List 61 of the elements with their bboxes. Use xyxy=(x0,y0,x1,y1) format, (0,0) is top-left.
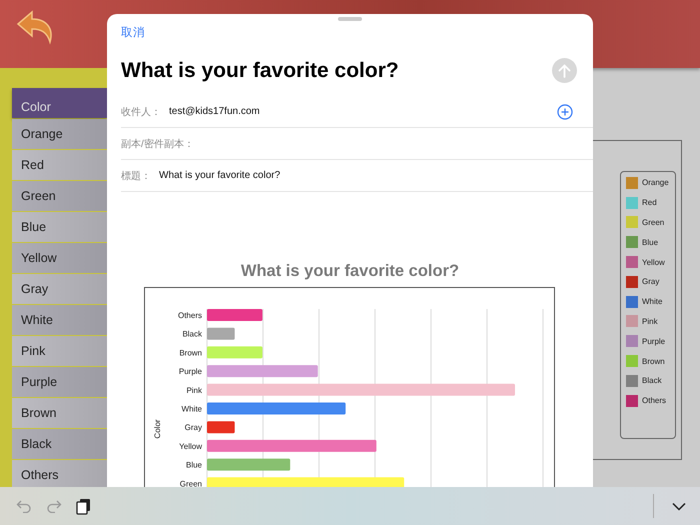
legend-label: Black xyxy=(642,376,662,386)
legend-label: White xyxy=(642,297,662,306)
legend-label: Others xyxy=(642,396,666,406)
cancel-button[interactable]: 取消 xyxy=(121,25,145,40)
category-label: Green xyxy=(180,479,202,488)
legend-label: Orange xyxy=(642,178,669,188)
bar xyxy=(207,421,235,434)
field-value: test@kids17fun.com xyxy=(169,106,261,117)
legend-label: Red xyxy=(642,198,657,208)
mail-field[interactable]: 標題： What is your favorite color? xyxy=(121,160,593,192)
clipboard-button[interactable] xyxy=(76,498,91,514)
category-label: Purple xyxy=(178,367,202,376)
legend-label: Pink xyxy=(642,316,658,326)
bar xyxy=(207,346,262,358)
list-header: Color xyxy=(12,88,107,118)
list-item[interactable]: White xyxy=(12,305,107,335)
up-arrow-icon xyxy=(558,64,571,78)
list-item[interactable]: Red xyxy=(12,150,107,180)
category-label: Blue xyxy=(186,460,202,470)
undo-icon xyxy=(16,499,32,513)
legend-label: Yellow xyxy=(642,258,665,267)
chart-title: What is your favorite color? xyxy=(240,262,460,281)
undo-button[interactable] xyxy=(16,499,32,513)
list-item[interactable]: Purple xyxy=(12,367,107,397)
field-label: 收件人： xyxy=(121,106,161,118)
category-label: Gray xyxy=(184,423,202,432)
legend-label: Purple xyxy=(642,336,666,346)
plus-icon xyxy=(557,104,573,120)
add-contact-button[interactable] xyxy=(557,104,573,120)
list-item[interactable]: Blue xyxy=(12,212,107,242)
legend-label: Blue xyxy=(642,238,658,247)
category-label: Black xyxy=(182,330,202,339)
category-label: Brown xyxy=(179,348,202,358)
list-item[interactable]: Others xyxy=(12,460,107,490)
list-item[interactable]: Black xyxy=(12,429,107,459)
category-label: White xyxy=(182,404,202,414)
legend-label: Gray xyxy=(642,277,660,286)
list-item[interactable]: Orange xyxy=(12,119,107,149)
redo-button[interactable] xyxy=(46,499,62,513)
legend-label: Green xyxy=(642,218,664,227)
redo-icon xyxy=(46,499,62,513)
category-label: Others xyxy=(178,311,202,320)
bar xyxy=(207,328,235,340)
list-item[interactable]: Gray xyxy=(12,274,107,304)
legend-label: Brown xyxy=(642,356,665,366)
mail-field[interactable]: 收件人： test@kids17fun.com xyxy=(121,96,593,128)
list-item[interactable]: Pink xyxy=(12,336,107,366)
mail-title: What is your favorite color? xyxy=(121,58,399,82)
collapse-button[interactable] xyxy=(672,502,686,510)
list-item[interactable]: Green xyxy=(12,181,107,211)
clipboard-icon xyxy=(76,498,91,514)
axis-label: Color xyxy=(153,419,162,439)
field-value: What is your favorite color? xyxy=(159,170,282,181)
bar xyxy=(207,309,262,321)
category-label: Yellow xyxy=(179,442,202,451)
field-label: 標題： xyxy=(121,170,151,182)
list-item[interactable]: Yellow xyxy=(12,243,107,273)
category-label: Pink xyxy=(186,386,202,395)
list-item[interactable]: Brown xyxy=(12,398,107,428)
field-label: 副本/密件副本： xyxy=(121,138,194,150)
chevron-down-icon xyxy=(672,502,686,510)
